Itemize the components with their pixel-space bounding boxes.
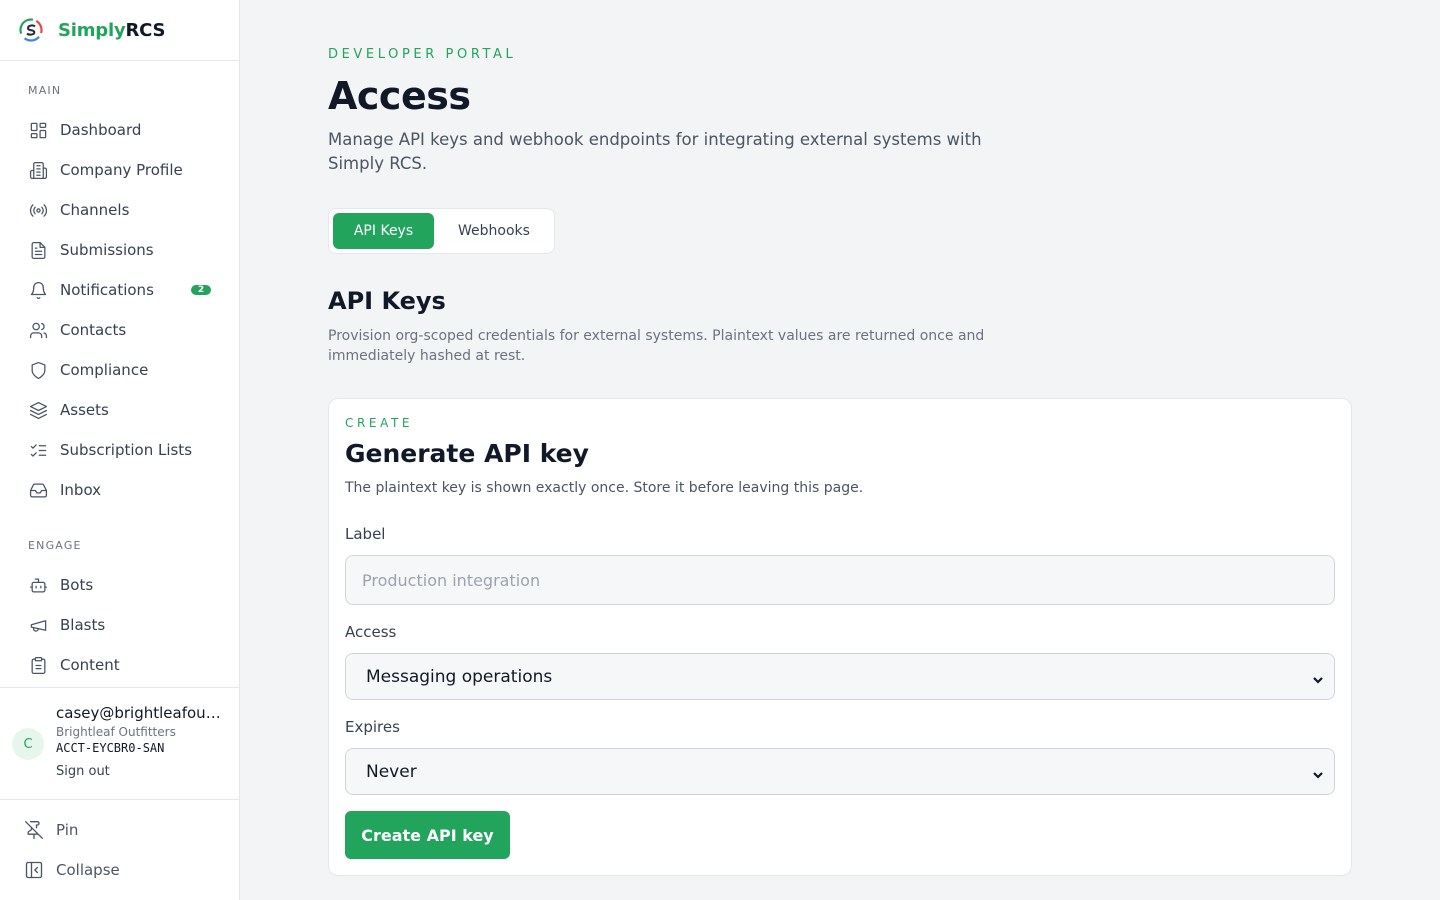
sidebar-item-label: Notifications <box>60 281 154 299</box>
tab-webhooks[interactable]: Webhooks <box>444 213 544 249</box>
brand-name-accent: Simply <box>58 19 126 41</box>
sidebar-item-compliance[interactable]: Compliance <box>0 350 239 390</box>
access-selected-value: Messaging operations <box>366 666 553 687</box>
sidebar-item-channels[interactable]: Channels <box>0 190 239 230</box>
brand-name-rest: RCS <box>125 19 166 41</box>
nav-heading-main: MAIN <box>28 84 62 97</box>
collapse-sidebar-button[interactable]: Collapse <box>0 850 239 890</box>
expires-selected-value: Never <box>366 761 417 782</box>
dashboard-icon <box>28 120 48 140</box>
card-eyebrow: CREATE <box>345 416 414 430</box>
nav-engage: ENGAGE Bots Blasts Content <box>0 536 239 685</box>
sidebar-item-company-profile[interactable]: Company Profile <box>0 150 239 190</box>
sign-out-link[interactable]: Sign out <box>56 764 110 779</box>
chevron-down-icon <box>1312 671 1324 684</box>
sidebar-item-label: Company Profile <box>60 161 183 179</box>
user-organization: Brightleaf Outfitters <box>56 725 176 739</box>
sidebar-item-label: Dashboard <box>60 121 142 139</box>
sidebar-item-label: Blasts <box>60 616 106 634</box>
card-description: The plaintext key is shown exactly once.… <box>345 480 864 496</box>
label-input[interactable] <box>345 555 1335 605</box>
expires-select[interactable]: Never <box>345 748 1335 795</box>
pin-off-icon <box>25 821 43 839</box>
users-icon <box>28 320 48 340</box>
panel-collapse-icon <box>25 861 43 879</box>
sidebar-item-label: Inbox <box>60 481 102 499</box>
label-field-label: Label <box>345 525 386 543</box>
inbox-icon <box>28 480 48 500</box>
brand-name: SimplyRCS <box>58 20 165 41</box>
pin-label: Pin <box>56 821 79 839</box>
sidebar-item-submissions[interactable]: Submissions <box>0 230 239 270</box>
sidebar-item-assets[interactable]: Assets <box>0 390 239 430</box>
sidebar-item-label: Content <box>60 656 120 674</box>
sidebar-item-notifications[interactable]: Notifications 2 <box>0 270 239 310</box>
access-tabs: API Keys Webhooks <box>328 208 555 254</box>
account-id: ACCT-EYCBR0-SAN <box>56 741 165 755</box>
avatar[interactable]: C <box>12 728 44 760</box>
section-description: Provision org-scoped credentials for ext… <box>328 328 985 364</box>
sidebar-item-label: Assets <box>60 401 109 419</box>
sidebar-item-subscription-lists[interactable]: Subscription Lists <box>0 430 239 470</box>
sidebar-item-label: Contacts <box>60 321 127 339</box>
notification-count-badge: 2 <box>191 285 211 295</box>
pin-sidebar-button[interactable]: Pin <box>0 810 239 850</box>
create-api-key-button[interactable]: Create API key <box>345 811 510 859</box>
bot-icon <box>28 575 48 595</box>
nav-heading-engage: ENGAGE <box>28 539 82 552</box>
shield-icon <box>28 360 48 380</box>
card-title: Generate API key <box>345 439 589 468</box>
page-title: Access <box>328 74 471 118</box>
sidebar-item-contacts[interactable]: Contacts <box>0 310 239 350</box>
sidebar-item-content[interactable]: Content <box>0 645 239 685</box>
megaphone-icon <box>28 615 48 635</box>
access-field-label: Access <box>345 623 397 641</box>
generate-api-key-card: CREATE Generate API key The plaintext ke… <box>328 398 1352 876</box>
user-account-panel: C casey@brightleafoutfitters.com Brightl… <box>0 687 239 800</box>
layers-icon <box>28 400 48 420</box>
sidebar: SimplyRCS MAIN Dashboard Company Profile… <box>0 0 240 900</box>
clipboard-icon <box>28 655 48 675</box>
sidebar-item-label: Compliance <box>60 361 149 379</box>
section-title: API Keys <box>328 287 446 315</box>
broadcast-icon <box>28 200 48 220</box>
sidebar-item-blasts[interactable]: Blasts <box>0 605 239 645</box>
simplyrcs-logo-icon <box>19 18 43 42</box>
building-icon <box>28 160 48 180</box>
access-select[interactable]: Messaging operations <box>345 653 1335 700</box>
sidebar-item-label: Subscription Lists <box>60 441 193 459</box>
document-icon <box>28 240 48 260</box>
collapse-label: Collapse <box>56 861 120 879</box>
brand-header[interactable]: SimplyRCS <box>0 0 239 61</box>
expires-field-label: Expires <box>345 718 400 736</box>
sidebar-item-dashboard[interactable]: Dashboard <box>0 110 239 150</box>
nav-main: MAIN Dashboard Company Profile Channels … <box>0 81 239 510</box>
sidebar-item-label: Bots <box>60 576 94 594</box>
bell-icon <box>28 280 48 300</box>
sidebar-item-inbox[interactable]: Inbox <box>0 470 239 510</box>
tab-api-keys[interactable]: API Keys <box>333 213 434 249</box>
page-description: Manage API keys and webhook endpoints fo… <box>328 130 982 173</box>
sidebar-item-label: Submissions <box>60 241 154 259</box>
page-eyebrow: DEVELOPER PORTAL <box>328 47 517 62</box>
sidebar-item-label: Channels <box>60 201 130 219</box>
user-email: casey@brightleafoutfitters.com <box>56 704 226 722</box>
sidebar-item-bots[interactable]: Bots <box>0 565 239 605</box>
list-checks-icon <box>28 440 48 460</box>
chevron-down-icon <box>1312 766 1324 779</box>
